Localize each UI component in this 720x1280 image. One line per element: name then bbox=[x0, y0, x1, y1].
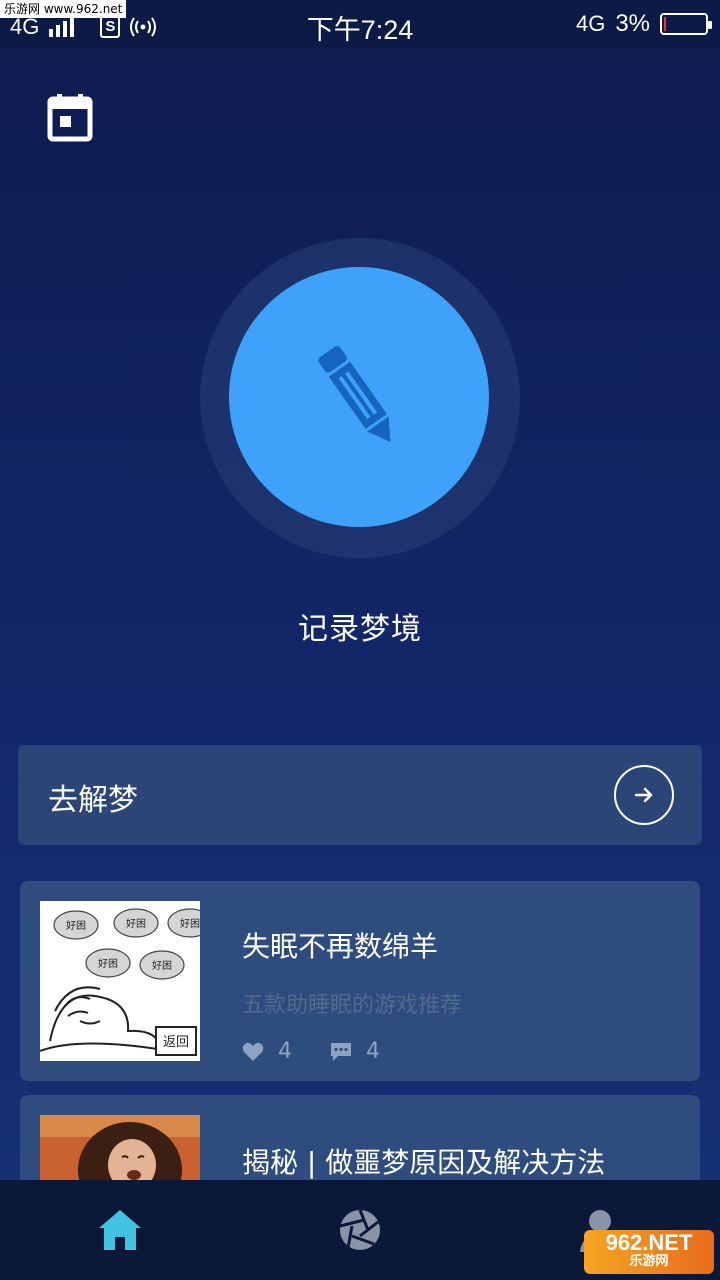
watermark-logo: 962.NET 乐游网 bbox=[584, 1230, 714, 1274]
comments-stat[interactable]: 4 bbox=[330, 1039, 380, 1064]
nav-home[interactable] bbox=[95, 1205, 145, 1255]
article-card[interactable]: 揭秘 | 做噩梦原因及解决方法 bbox=[20, 1095, 700, 1180]
aperture-icon bbox=[339, 1209, 380, 1250]
network-type-right: 4G bbox=[575, 11, 606, 36]
calendar-button[interactable] bbox=[46, 92, 94, 144]
bottom-nav: 962.NET 乐游网 bbox=[0, 1180, 720, 1280]
nightmare-photo-image bbox=[40, 1115, 200, 1180]
arrow-right-circle-icon bbox=[614, 765, 674, 825]
pencil-icon bbox=[318, 346, 391, 443]
sleepy-cartoon-image: 好困 好困 好困 好困 好困 返回 bbox=[40, 901, 200, 1061]
thumb-sign-text: 返回 bbox=[163, 1035, 189, 1050]
battery-percent: 3% bbox=[615, 10, 650, 37]
article-thumbnail: 好困 好困 好困 好困 好困 返回 bbox=[40, 901, 200, 1061]
status-right: 4G 3% bbox=[575, 10, 712, 38]
interpret-dream-card[interactable]: 去解梦 bbox=[18, 745, 702, 845]
bubble-text: 好困 bbox=[66, 920, 86, 932]
bubble-text: 好困 bbox=[152, 960, 172, 972]
home-icon bbox=[99, 1210, 141, 1250]
likes-count: 4 bbox=[278, 1039, 292, 1064]
article-title: 揭秘 | 做噩梦原因及解决方法 bbox=[242, 1146, 606, 1179]
comments-count: 4 bbox=[366, 1039, 380, 1064]
record-dream-label: 记录梦境 bbox=[298, 612, 422, 647]
battery-fill bbox=[664, 17, 666, 31]
watermark-line1: 962.NET bbox=[605, 1230, 693, 1255]
arrow-right-icon bbox=[634, 787, 653, 803]
article-card[interactable]: 好困 好困 好困 好困 好困 返回 失眠不再数绵羊 五款助睡眠的游戏推荐 4 4 bbox=[20, 881, 700, 1081]
article-title: 失眠不再数绵羊 bbox=[242, 930, 439, 963]
bubble-text: 好困 bbox=[98, 958, 118, 970]
status-bar: 乐游网 www.962.net 4G S 下午7:24 4G 3% bbox=[0, 0, 720, 48]
likes-stat[interactable]: 4 bbox=[242, 1039, 292, 1064]
watermark-line2: 乐游网 bbox=[629, 1254, 669, 1269]
article-subtitle: 五款助睡眠的游戏推荐 bbox=[242, 993, 463, 1018]
heart-icon bbox=[242, 1042, 264, 1061]
bubble-text: 好困 bbox=[180, 918, 200, 930]
comment-icon bbox=[331, 1042, 351, 1061]
nav-discover[interactable] bbox=[335, 1205, 385, 1255]
calendar-icon bbox=[47, 94, 93, 142]
record-dream-button[interactable] bbox=[229, 267, 489, 527]
bubble-text: 好困 bbox=[126, 918, 146, 930]
battery-icon bbox=[660, 13, 712, 35]
article-thumbnail bbox=[40, 1115, 200, 1180]
interpret-dream-label: 去解梦 bbox=[48, 783, 138, 818]
